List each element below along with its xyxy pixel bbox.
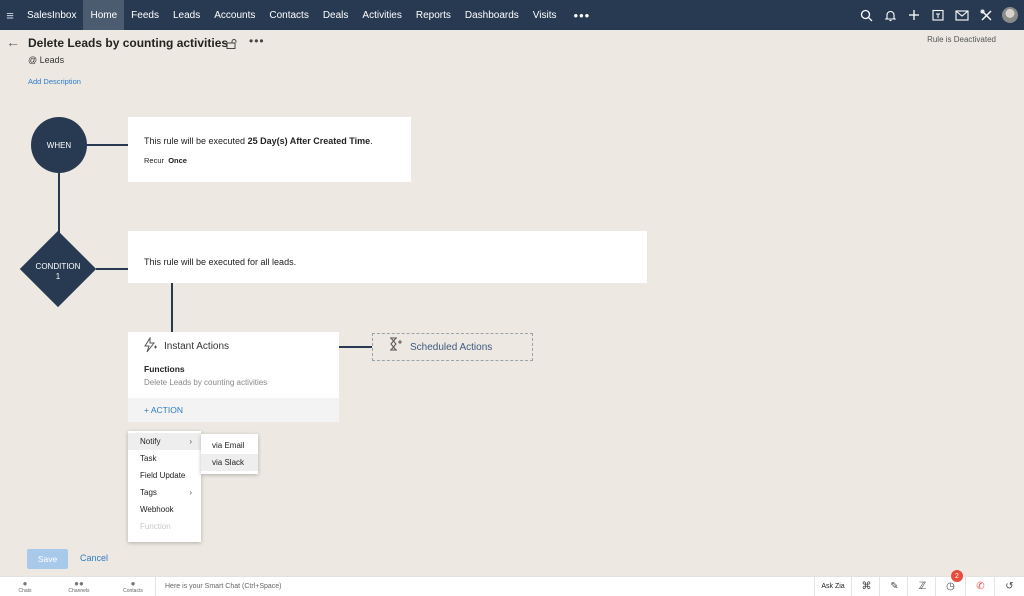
nav-icon-group bbox=[858, 0, 1018, 30]
calendar-icon[interactable] bbox=[930, 7, 946, 23]
chat-bubble-icon: ● bbox=[22, 579, 28, 588]
nav-more-icon[interactable]: ••• bbox=[564, 8, 601, 23]
when-node: WHEN bbox=[31, 117, 87, 173]
connector-scheduled-actions bbox=[339, 346, 372, 348]
bell-icon[interactable] bbox=[882, 7, 898, 23]
chats-button[interactable]: ● Chats bbox=[13, 579, 37, 594]
nav-item-deals[interactable]: Deals bbox=[316, 0, 356, 30]
menu-item-field-update[interactable]: Field Update bbox=[128, 467, 201, 484]
channels-label: Channels bbox=[68, 588, 90, 594]
menu-item-function: Function bbox=[140, 522, 171, 531]
condition-label-line1: CONDITION bbox=[35, 262, 81, 271]
avatar[interactable] bbox=[1002, 7, 1018, 23]
phone-icon[interactable]: ✆ bbox=[965, 577, 995, 596]
notification-badge: 2 bbox=[951, 570, 963, 582]
hourglass-icon bbox=[388, 337, 402, 354]
recur-label: Recur bbox=[144, 156, 165, 165]
plus-icon[interactable] bbox=[906, 7, 922, 23]
gamepad-icon[interactable]: ⌘ bbox=[851, 577, 881, 596]
when-text-suffix: . bbox=[370, 136, 373, 146]
channels-icon: ●● bbox=[74, 579, 84, 588]
nav-item-feeds[interactable]: Feeds bbox=[124, 0, 166, 30]
smart-chat-input[interactable]: Here is your Smart Chat (Ctrl+Space) bbox=[155, 577, 282, 596]
save-button[interactable]: Save bbox=[27, 549, 68, 569]
back-arrow-icon[interactable]: ← bbox=[6, 34, 20, 50]
search-icon[interactable] bbox=[858, 7, 874, 23]
add-action-button[interactable]: + ACTION bbox=[144, 405, 183, 415]
nav-item-home[interactable]: Home bbox=[83, 0, 125, 30]
menu-item-tags[interactable]: Tags › bbox=[128, 484, 201, 501]
when-text-bold: 25 Day(s) After Created Time bbox=[247, 136, 371, 146]
hamburger-menu-icon[interactable]: ≡ bbox=[0, 0, 20, 30]
contacts-button[interactable]: ● Contacts bbox=[121, 579, 145, 594]
feedback-icon[interactable]: ✎ bbox=[879, 577, 909, 596]
scheduled-actions-label[interactable]: Scheduled Actions bbox=[410, 342, 492, 353]
lightning-icon bbox=[143, 336, 157, 356]
action-dropdown-menu: Notify › Task Field Update Tags › Webhoo… bbox=[128, 431, 201, 542]
functions-value[interactable]: Delete Leads by counting activities bbox=[144, 378, 267, 387]
recur-text: Recur Once bbox=[144, 156, 187, 165]
person-icon: ● bbox=[130, 579, 136, 588]
history-icon[interactable]: ↺ bbox=[994, 577, 1024, 596]
when-card[interactable] bbox=[128, 117, 411, 182]
recur-value: Once bbox=[168, 156, 187, 165]
unlock-icon[interactable] bbox=[226, 36, 238, 54]
notify-submenu: via Email via Slack bbox=[201, 434, 258, 474]
mail-icon[interactable] bbox=[954, 7, 970, 23]
more-options-icon[interactable]: ••• bbox=[249, 34, 265, 48]
menu-item-notify[interactable]: Notify › bbox=[128, 433, 201, 450]
chats-label: Chats bbox=[18, 588, 32, 594]
module-label: @ Leads bbox=[28, 55, 65, 65]
condition-text: This rule will be executed for all leads… bbox=[144, 257, 297, 267]
submenu-item-via-email[interactable]: via Email bbox=[201, 437, 258, 454]
bottom-bar: ● Chats ●● Channels ● Contacts Here is y… bbox=[0, 576, 1024, 596]
nav-item-visits[interactable]: Visits bbox=[526, 0, 564, 30]
page-title: Delete Leads by counting activities bbox=[28, 36, 229, 50]
menu-item-tags-label: Tags bbox=[140, 488, 157, 497]
menu-item-task[interactable]: Task bbox=[128, 450, 201, 467]
functions-label: Functions bbox=[144, 364, 185, 374]
condition-node-label: CONDITION 1 bbox=[22, 262, 94, 282]
channels-button[interactable]: ●● Channels bbox=[67, 579, 91, 594]
nav-item-leads[interactable]: Leads bbox=[166, 0, 207, 30]
nav-item-reports[interactable]: Reports bbox=[409, 0, 458, 30]
zia-icon[interactable]: ℤ bbox=[907, 577, 937, 596]
connector-when-card bbox=[87, 144, 128, 146]
nav-item-dashboards[interactable]: Dashboards bbox=[458, 0, 526, 30]
cancel-button[interactable]: Cancel bbox=[80, 553, 108, 563]
nav-item-activities[interactable]: Activities bbox=[355, 0, 408, 30]
connector-condition-actions bbox=[171, 283, 173, 333]
contacts-label: Contacts bbox=[123, 588, 143, 594]
menu-item-webhook[interactable]: Webhook bbox=[128, 501, 201, 518]
rule-status-text: Rule is Deactivated bbox=[927, 35, 996, 44]
add-description-link[interactable]: Add Description bbox=[28, 77, 81, 86]
chevron-right-icon: › bbox=[189, 437, 192, 446]
tools-icon[interactable] bbox=[978, 7, 994, 23]
ask-zia-button[interactable]: Ask Zia bbox=[814, 577, 851, 596]
when-text-prefix: This rule will be executed bbox=[144, 136, 248, 146]
condition-label-line2: 1 bbox=[55, 272, 61, 281]
when-text: This rule will be executed 25 Day(s) Aft… bbox=[144, 136, 373, 146]
nav-item-salesinbox[interactable]: SalesInbox bbox=[20, 0, 83, 30]
nav-item-contacts[interactable]: Contacts bbox=[262, 0, 315, 30]
chevron-right-icon: › bbox=[189, 488, 192, 497]
instant-actions-title: Instant Actions bbox=[164, 341, 230, 352]
top-navigation-bar: ≡ SalesInbox Home Feeds Leads Accounts C… bbox=[0, 0, 1024, 30]
submenu-item-via-slack[interactable]: via Slack bbox=[201, 454, 258, 471]
menu-item-notify-label: Notify bbox=[140, 437, 161, 446]
nav-item-accounts[interactable]: Accounts bbox=[207, 0, 262, 30]
connector-condition-card bbox=[96, 268, 128, 270]
